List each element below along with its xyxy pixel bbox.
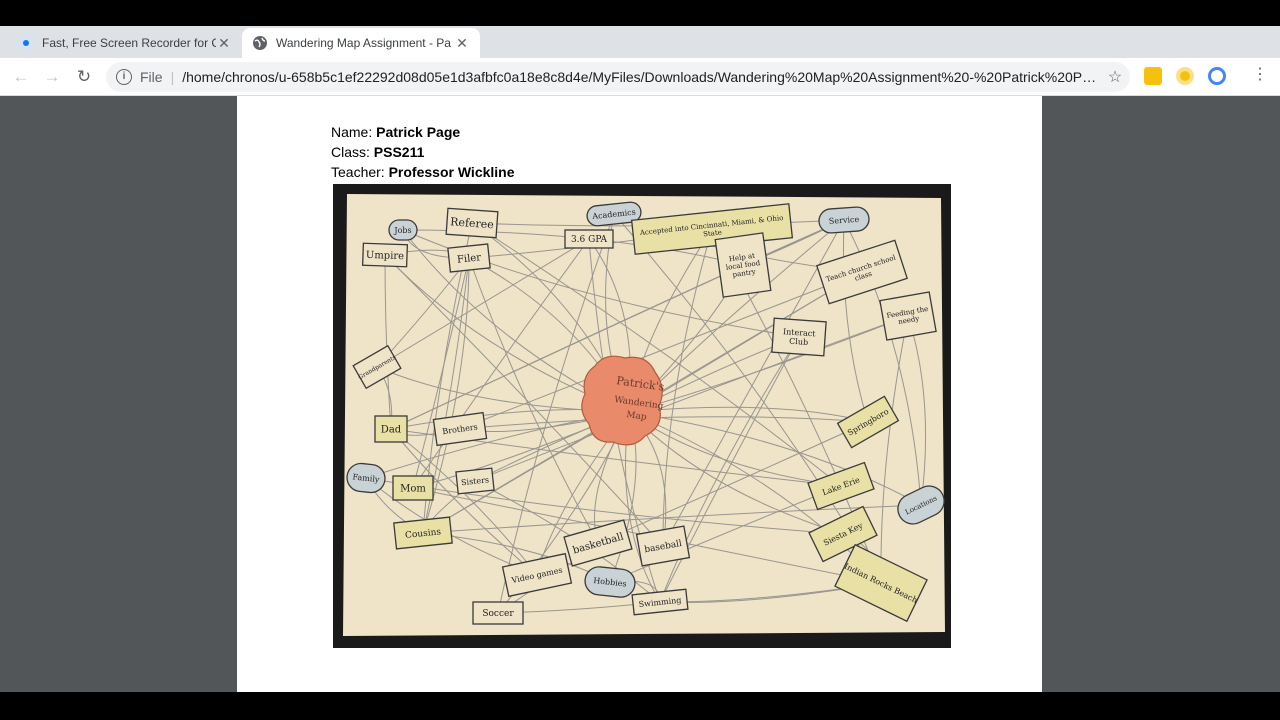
map-node: Feeding theneedy <box>879 291 937 341</box>
wandering-map-photo: Jobs Referee Umpire Filer Academics 3.6 GPA Ac… <box>333 184 951 648</box>
map-node: Service <box>818 206 870 234</box>
name-line: Name: Patrick Page <box>331 124 460 140</box>
tab-strip: Fast, Free Screen Recorder for Ch ✕ Wand… <box>0 26 1280 78</box>
map-node: Sisters <box>455 467 495 495</box>
map-node-label: 3.6 GPA <box>571 235 608 245</box>
map-node: Soccer <box>472 601 524 625</box>
os-bottom-bar <box>0 692 1280 720</box>
close-icon[interactable]: ✕ <box>454 35 470 52</box>
map-node: Jobs <box>388 219 418 241</box>
center-node: Patrick's Wandering Map <box>581 355 665 446</box>
teacher-line: Teacher: Professor Wickline <box>331 164 515 180</box>
map-node-label: Umpire <box>366 250 405 262</box>
map-node: Mom <box>392 475 434 501</box>
forward-arrow-icon[interactable]: → <box>41 66 63 88</box>
globe-icon <box>253 36 267 50</box>
map-drawing: Jobs RefereeUmpire FilerAcademics3.6 GPAAc… <box>343 194 945 636</box>
back-arrow-icon[interactable]: ← <box>10 66 32 88</box>
info-icon[interactable]: i <box>116 69 132 85</box>
os-top-bar <box>0 0 1280 26</box>
map-node-label: Mom <box>400 484 426 495</box>
extension-notes-icon[interactable] <box>1144 67 1162 85</box>
reload-icon[interactable]: ↻ <box>73 66 95 88</box>
browser-toolbar: ← → ↻ i File | /home/chronos/u-658b5c1ef… <box>0 58 1280 96</box>
star-icon[interactable]: ☆ <box>1100 67 1130 87</box>
document-page: Name: Patrick Page Class: PSS211 Teacher… <box>237 96 1042 692</box>
teacher-name: Professor Wickline <box>388 164 515 180</box>
map-node-label: Dad <box>381 425 402 436</box>
map-node-label: Club <box>789 337 809 347</box>
address-bar[interactable]: i File | /home/chronos/u-658b5c1ef22292d… <box>106 62 1130 92</box>
class-name: PSS211 <box>373 144 425 160</box>
omnibox-separator: | <box>170 69 175 85</box>
extension-face-icon[interactable] <box>1176 67 1194 85</box>
class-line: Class: PSS211 <box>331 144 424 160</box>
pdf-viewer[interactable]: Name: Patrick Page Class: PSS211 Teacher… <box>0 96 1280 692</box>
map-node: Umpire <box>361 242 409 268</box>
scheme-label: File <box>140 69 163 85</box>
close-icon[interactable]: ✕ <box>216 35 232 52</box>
tab-wandering-map[interactable]: Wandering Map Assignment - Pa ✕ <box>242 28 480 58</box>
map-node-label: Soccer <box>482 609 514 619</box>
map-node: Cousins <box>393 516 453 550</box>
kebab-menu-icon[interactable]: ⋮ <box>1252 64 1268 84</box>
map-node: 3.6 GPA <box>564 229 614 249</box>
screen-recorder-icon <box>19 36 33 50</box>
tab-title: Wandering Map Assignment - Pa <box>276 36 451 50</box>
map-node: Dad <box>374 415 408 443</box>
teacher-label: Teacher: <box>331 164 389 180</box>
map-node: Help atlocal foodpantry <box>714 232 772 298</box>
student-name: Patrick Page <box>376 124 461 140</box>
map-node: Referee <box>445 207 499 239</box>
map-node: InteractClub <box>771 317 827 357</box>
tab-title: Fast, Free Screen Recorder for Ch <box>42 36 216 50</box>
class-label: Class: <box>331 144 374 160</box>
map-node: Filer <box>447 243 491 273</box>
map-node-label: Jobs <box>393 226 411 235</box>
extension-recorder-icon[interactable] <box>1208 67 1226 85</box>
url-text[interactable]: /home/chronos/u-658b5c1ef22292d08d05e1d3… <box>182 69 1100 85</box>
name-label: Name: <box>331 124 377 140</box>
tab-screen-recorder[interactable]: Fast, Free Screen Recorder for Ch ✕ <box>8 28 242 58</box>
